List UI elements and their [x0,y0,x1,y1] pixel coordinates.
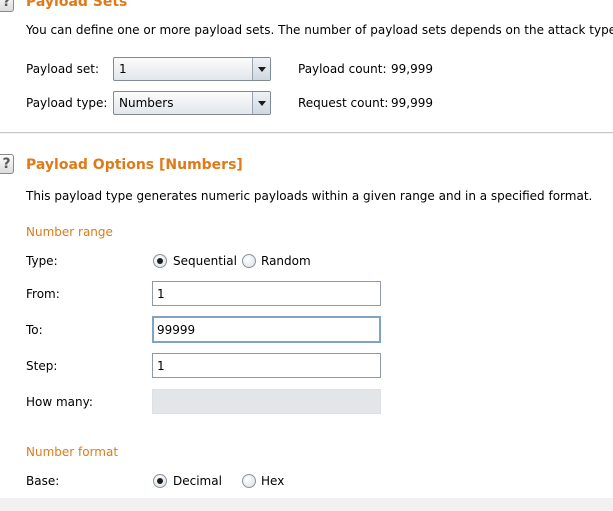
decimal-radio-label[interactable]: Decimal [173,474,222,488]
payload-type-select[interactable]: Numbers [113,91,271,115]
number-format-heading: Number format [26,445,119,459]
payload-type-label: Payload type: [26,96,108,110]
to-input[interactable] [152,316,381,343]
from-label: From: [26,287,60,301]
payload-count-label: Payload count: [298,62,387,76]
payload-type-value: Numbers [119,96,174,110]
payload-options-title: Payload Options [Numbers] [26,157,243,173]
type-label: Type: [26,254,58,268]
random-radio-label[interactable]: Random [261,254,311,268]
bottom-strip [0,498,613,511]
payload-set-label: Payload set: [26,62,99,76]
hex-radio-label[interactable]: Hex [261,474,284,488]
sequential-radio[interactable] [153,254,167,268]
chevron-down-icon[interactable] [252,58,270,80]
random-radio[interactable] [242,254,256,268]
request-count-label: Request count: [298,96,389,110]
step-input[interactable] [152,353,381,378]
base-label: Base: [26,474,60,488]
from-input[interactable] [152,281,381,306]
to-label: To: [26,323,43,337]
payload-set-select[interactable]: 1 [113,57,271,81]
number-range-heading: Number range [26,225,113,239]
payload-sets-title: Payload Sets [26,0,128,10]
request-count-value: 99,999 [391,96,433,110]
step-label: Step: [26,359,58,373]
decimal-radio[interactable] [153,474,167,488]
hex-radio[interactable] [242,474,256,488]
chevron-down-icon[interactable] [252,92,270,114]
how-many-input [152,389,381,414]
payload-set-value: 1 [119,62,127,76]
how-many-label: How many: [26,395,93,409]
help-icon[interactable]: ? [0,0,14,12]
payload-options-description: This payload type generates numeric payl… [26,189,593,203]
help-icon[interactable]: ? [0,154,14,174]
payload-count-value: 99,999 [391,62,433,76]
sequential-radio-label[interactable]: Sequential [173,254,237,268]
payload-sets-description: You can define one or more payload sets.… [26,23,613,37]
